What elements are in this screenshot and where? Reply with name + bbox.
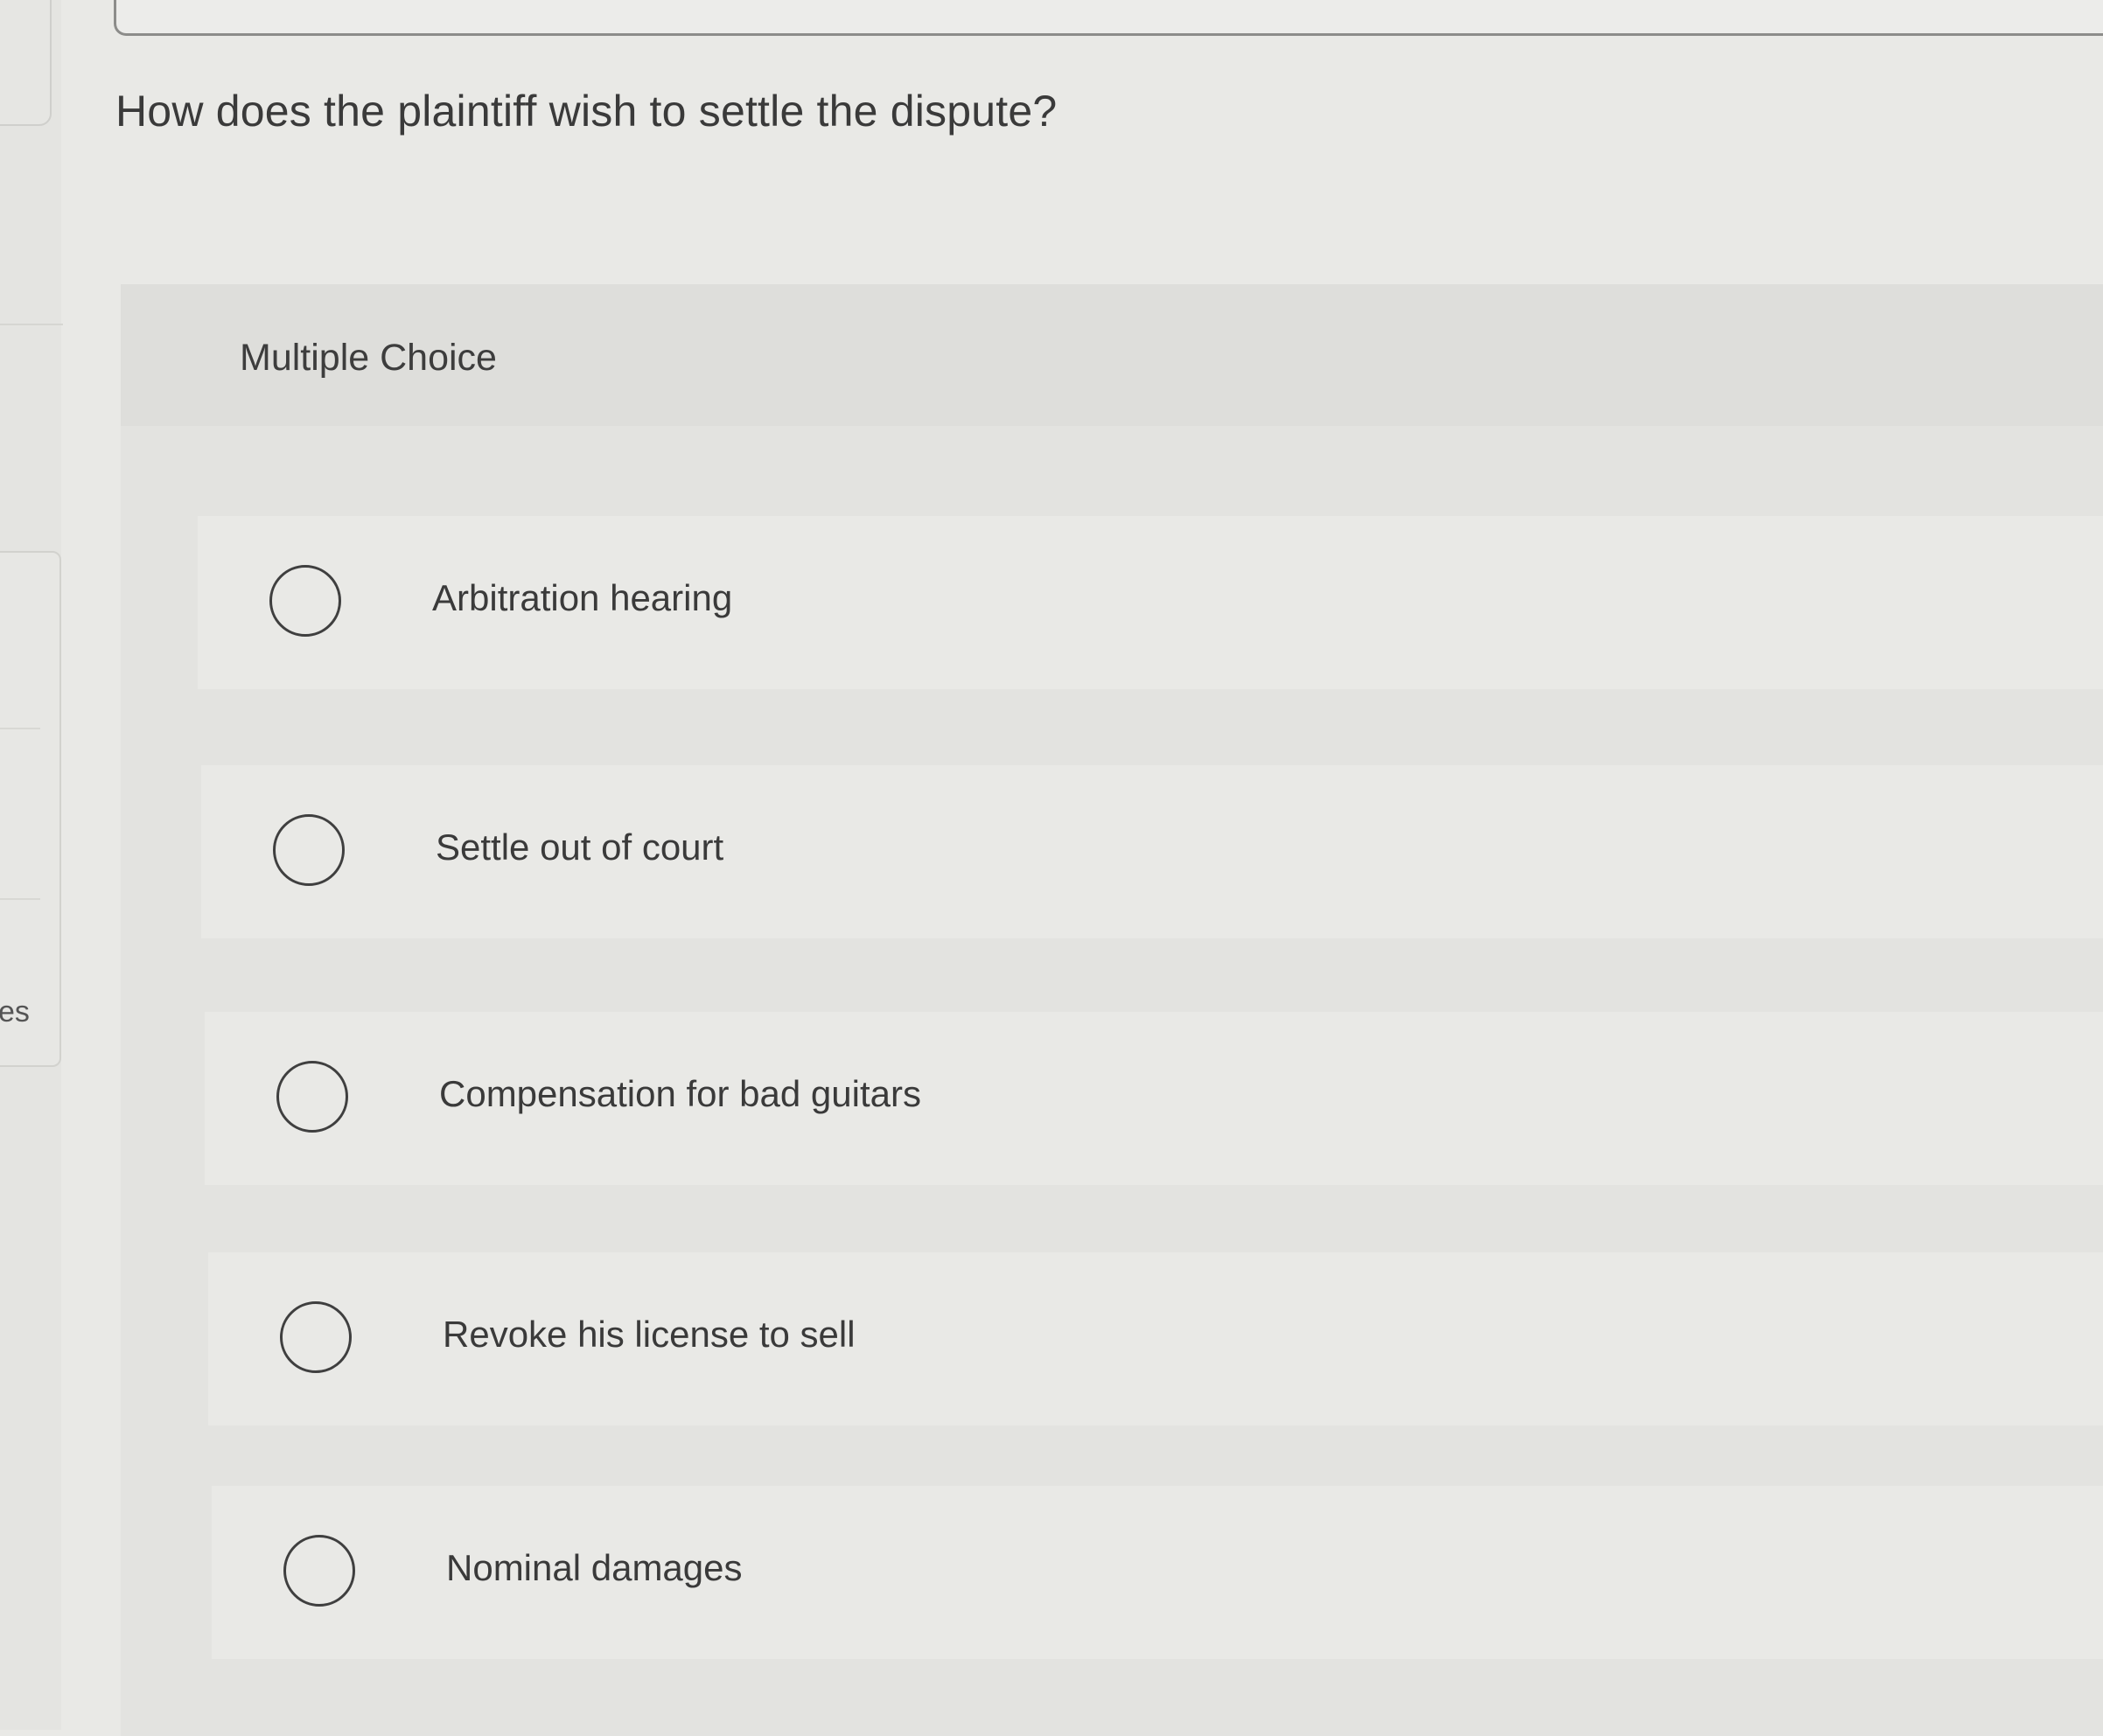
radio-button[interactable] (269, 565, 341, 637)
radio-button[interactable] (283, 1535, 355, 1607)
sidebar-divider (0, 898, 40, 900)
question-type-label: Multiple Choice (240, 337, 497, 379)
panel-header: Multiple Choice (121, 284, 2103, 426)
sidebar-divider (0, 324, 63, 325)
radio-button[interactable] (273, 814, 345, 886)
answer-option-label[interactable]: Revoke his license to sell (443, 1314, 856, 1356)
previous-card (114, 0, 2103, 36)
sidebar-panel[interactable] (0, 551, 61, 1067)
answer-option[interactable]: Revoke his license to sell (208, 1252, 2103, 1426)
question-text: How does the plaintiff wish to settle th… (115, 87, 1058, 136)
radio-button[interactable] (276, 1061, 348, 1133)
sidebar-item-label[interactable]: es (0, 995, 30, 1029)
answer-option[interactable]: Nominal damages (212, 1486, 2103, 1659)
answer-option-label[interactable]: Arbitration hearing (432, 577, 732, 619)
answer-option-label[interactable]: Settle out of court (436, 826, 723, 868)
sidebar-tab[interactable] (0, 0, 52, 126)
radio-button[interactable] (280, 1301, 352, 1373)
answer-option[interactable]: Arbitration hearing (198, 516, 2103, 689)
sidebar-divider (0, 728, 40, 729)
answer-option[interactable]: Settle out of court (201, 765, 2103, 938)
answer-option-label[interactable]: Nominal damages (446, 1547, 743, 1589)
multiple-choice-panel: Multiple Choice Arbitration hearing Sett… (121, 284, 2103, 1736)
sidebar: es (0, 0, 63, 1730)
answer-option-label[interactable]: Compensation for bad guitars (439, 1073, 921, 1115)
answer-option[interactable]: Compensation for bad guitars (205, 1012, 2103, 1185)
